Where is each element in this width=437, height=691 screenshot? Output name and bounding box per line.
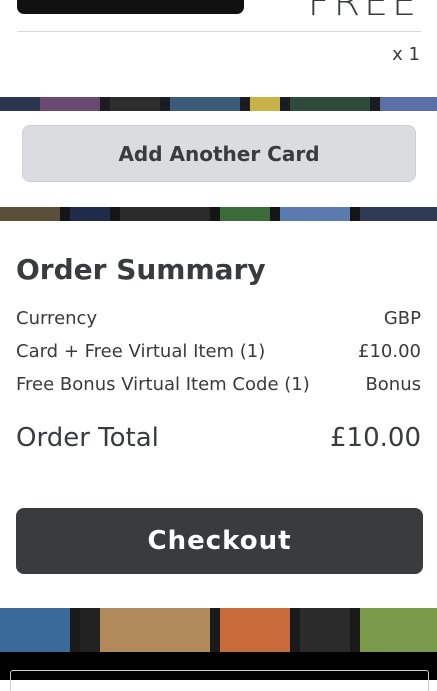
summary-row-currency: Currency GBP <box>16 308 421 329</box>
price-text: FREE <box>307 0 420 24</box>
row-label: Currency <box>16 308 98 329</box>
summary-row-card: Card + Free Virtual Item (1) £10.00 <box>16 341 421 362</box>
add-card-section: Add Another Card <box>1 111 436 207</box>
quantity-label: x 1 <box>392 44 420 65</box>
row-value: Bonus <box>365 374 421 395</box>
order-total-row: Order Total £10.00 <box>16 423 421 453</box>
background-artwork-strip <box>0 207 437 221</box>
footer-box <box>10 670 429 691</box>
order-summary-title: Order Summary <box>16 253 266 286</box>
order-total-value: £10.00 <box>330 423 421 453</box>
order-summary-panel: Order Summary Currency GBP Card + Free V… <box>1 221 436 608</box>
add-another-card-button[interactable]: Add Another Card <box>22 125 416 182</box>
card-image <box>17 0 244 14</box>
order-total-label: Order Total <box>16 423 159 453</box>
gift-card-item: FREE x 1 <box>1 0 436 97</box>
row-label: Free Bonus Virtual Item Code (1) <box>16 374 310 395</box>
background-artwork-strip <box>0 608 437 652</box>
row-label: Card + Free Virtual Item (1) <box>16 341 266 362</box>
divider <box>17 31 421 32</box>
background-artwork-strip <box>0 97 437 111</box>
row-value: £10.00 <box>358 341 421 362</box>
summary-row-bonus: Free Bonus Virtual Item Code (1) Bonus <box>16 374 421 395</box>
row-value: GBP <box>383 308 421 329</box>
checkout-button[interactable]: Checkout <box>16 508 423 574</box>
footer-bar <box>0 652 437 691</box>
